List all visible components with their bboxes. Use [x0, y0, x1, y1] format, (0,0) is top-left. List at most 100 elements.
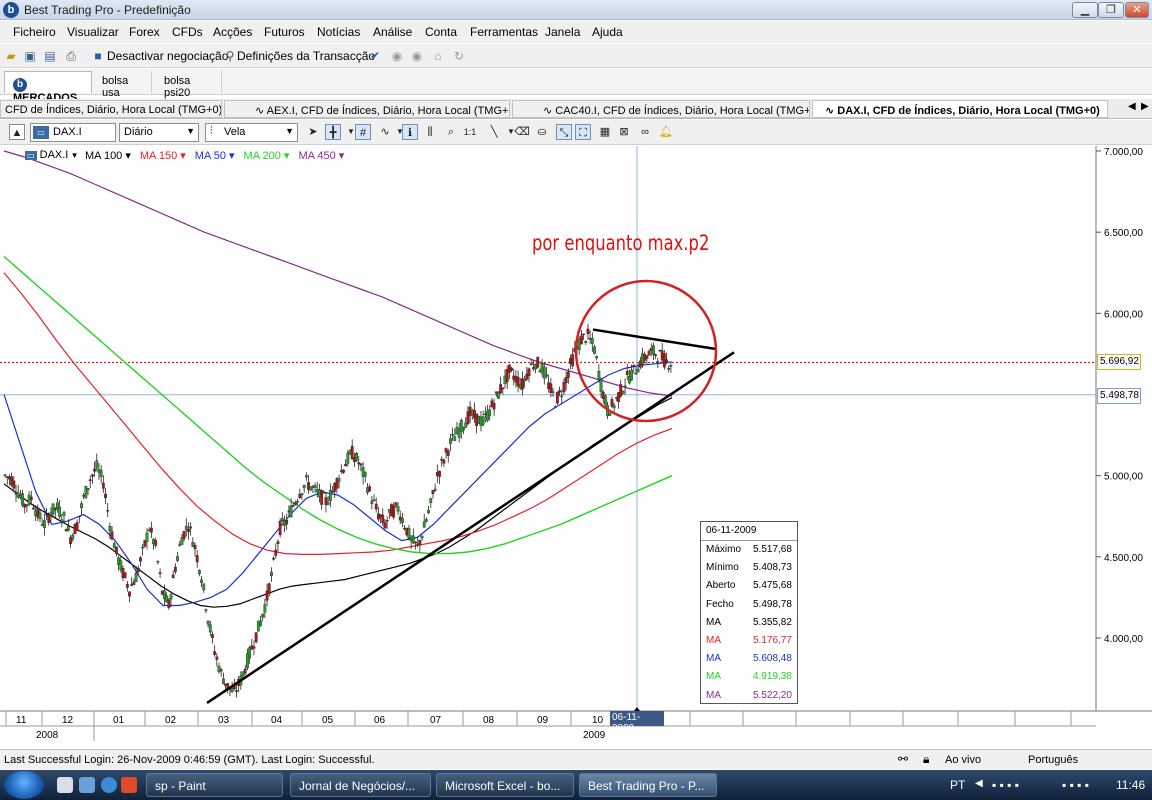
interval-select[interactable]: Diário ▼	[119, 123, 199, 142]
chart-tab-dax[interactable]: ∿ DAX.I, CFD de Índices, Diário, Hora Lo…	[812, 100, 1108, 118]
menu-forex[interactable]: Forex	[129, 25, 160, 39]
save-all-icon[interactable]: ▤	[42, 48, 58, 64]
clock[interactable]: 11:46	[1116, 778, 1145, 792]
info-icon[interactable]: ℹ	[402, 124, 418, 140]
refresh-icon[interactable]: ↻	[451, 48, 467, 64]
crosshair-icon[interactable]: ╋	[325, 124, 341, 140]
menu-ferramentas[interactable]: Ferramentas	[470, 25, 538, 39]
chart-tab-cac40[interactable]: ∿ CAC40.I, CFD de Índices, Diário, Hora …	[512, 100, 810, 118]
legend-item-ma-450[interactable]: MA 450 ▾	[298, 150, 344, 162]
forward-icon[interactable]: ◉	[409, 48, 425, 64]
crosshair-lock-icon[interactable]: ⛶	[575, 124, 591, 140]
task-excel[interactable]: Microsoft Excel - bo...	[436, 773, 574, 797]
menu-janela[interactable]: Janela	[545, 25, 580, 39]
task-browser[interactable]: Jornal de Negócios/...	[290, 773, 431, 797]
delete-chart-icon[interactable]: ⊠	[616, 124, 632, 140]
tab-scroll-right-icon[interactable]: ▶	[1141, 101, 1149, 112]
menu-visualizar[interactable]: Visualizar	[67, 25, 119, 39]
highlight-circle	[574, 279, 718, 423]
deactivate-trading-button[interactable]: Desactivar negociação	[107, 49, 228, 63]
chart-tab-label: AEX.I, CFD de Índices, Diário, Hora Loca…	[266, 105, 510, 117]
candle-body	[62, 512, 66, 516]
legend-item-ma-100[interactable]: MA 100 ▾	[85, 150, 131, 162]
layout-icon[interactable]: ▦	[597, 124, 613, 140]
tray-icons[interactable]: ▪ ▪ ▪ ▪	[992, 778, 1019, 792]
media-icon[interactable]	[121, 777, 137, 793]
tab-mercados[interactable]: bMERCADOS	[4, 71, 92, 104]
data-window-row: Aberto 5.475,68	[701, 577, 797, 595]
deactivate-trading-icon[interactable]: ■	[90, 48, 106, 64]
collapse-up-icon[interactable]: ▲	[9, 124, 25, 140]
save-icon[interactable]: ▣	[22, 48, 38, 64]
expand-icon[interactable]: ⤡	[556, 124, 572, 140]
candle-body	[427, 509, 430, 514]
bars-icon[interactable]: ⫼	[422, 124, 438, 140]
task-paint[interactable]: sp - Paint	[146, 773, 283, 797]
menu-futuros[interactable]: Futuros	[264, 25, 305, 39]
zoom-icon[interactable]: ⌕	[443, 124, 459, 140]
chart-annotation: por enquanto max.p2	[532, 231, 710, 255]
chart-tab-aex[interactable]: ∿ AEX.I, CFD de Índices, Diário, Hora Lo…	[224, 100, 510, 118]
menu-ajuda[interactable]: Ajuda	[592, 25, 623, 39]
pointer-icon[interactable]: ➤	[305, 124, 321, 140]
task-best-trading[interactable]: Best Trading Pro - P...	[579, 773, 717, 797]
start-button[interactable]	[4, 771, 44, 799]
paint-icon[interactable]: ⛀	[534, 124, 550, 140]
x-tick-label: 11	[16, 715, 27, 726]
tab-bolsa-usa[interactable]: bolsa usa	[94, 71, 152, 99]
maximize-button[interactable]: ❐	[1098, 2, 1124, 18]
grid-icon[interactable]: #	[355, 124, 371, 140]
menu-accoes[interactable]: Acções	[213, 25, 252, 39]
print-icon[interactable]: ⎙	[63, 48, 79, 64]
chart-tab-1[interactable]: CFD de Índices, Diário, Hora Local (TMG+…	[0, 100, 222, 118]
language-indicator[interactable]: PT	[950, 778, 965, 792]
candle-body	[197, 570, 201, 574]
chart-tabs: CFD de Índices, Diário, Hora Local (TMG+…	[0, 99, 1152, 119]
legend-item-ma-50[interactable]: MA 50 ▾	[195, 150, 235, 162]
tray-network-icons[interactable]: ▪ ▪ ▪ ▪	[1062, 778, 1089, 792]
candle-body	[363, 472, 367, 477]
menu-ficheiro[interactable]: Ficheiro	[13, 25, 56, 39]
tray-arrow-icon[interactable]: ◀	[975, 778, 983, 789]
tab-scroll-left-icon[interactable]: ◀	[1128, 101, 1136, 112]
internet-explorer-icon[interactable]	[101, 777, 117, 793]
back-icon[interactable]: ◉	[389, 48, 405, 64]
trendline-icon[interactable]: ╲	[486, 124, 502, 140]
candle-body	[560, 395, 564, 398]
candle-body	[254, 632, 258, 643]
zoom-reset-icon[interactable]: 1:1	[462, 124, 478, 140]
language-status[interactable]: Português	[1028, 754, 1078, 766]
legend-item-ma-150[interactable]: MA 150 ▾	[140, 150, 186, 162]
legend-item-ma-200[interactable]: MA 200 ▾	[244, 150, 290, 162]
link-icon[interactable]: ∞	[637, 124, 653, 140]
show-desktop-icon[interactable]	[57, 777, 73, 793]
price-chart[interactable]: 7.000,00 6.500,00 6.000,00 5.000,00 4.500,00…	[0, 146, 1152, 746]
symbol-input[interactable]: ▭ DAX.I	[30, 123, 116, 142]
candle-body	[396, 506, 400, 512]
data-row-value: 5.408,73	[753, 562, 792, 574]
explorer-icon[interactable]	[79, 777, 95, 793]
open-folder-icon[interactable]: ▰	[3, 48, 19, 64]
indicator-icon[interactable]: ∿	[377, 124, 393, 140]
connection-icon[interactable]: ⚯	[898, 752, 908, 766]
transaction-settings-icon[interactable]: ⚲	[222, 48, 238, 64]
checkmark-icon[interactable]: ✔	[367, 48, 383, 64]
home-icon[interactable]: ⌂	[430, 48, 446, 64]
menu-conta[interactable]: Conta	[425, 25, 457, 39]
menu-analise[interactable]: Análise	[373, 25, 412, 39]
tab-bolsa-psi20[interactable]: bolsa psi20	[156, 71, 222, 99]
alert-bell-icon[interactable]: 🔔︎	[658, 124, 674, 140]
menu-cfds[interactable]: CFDs	[172, 25, 203, 39]
close-button[interactable]: ✕	[1125, 2, 1149, 18]
legend-symbol[interactable]: DAX.I	[40, 149, 69, 161]
candle-body	[75, 522, 79, 531]
menu-noticias[interactable]: Notícias	[317, 25, 360, 39]
candle-body	[488, 409, 492, 417]
minimize-button[interactable]: ▁	[1072, 2, 1098, 18]
cursor-date-marker: 06-11-2009	[610, 711, 664, 734]
candle-body	[451, 434, 455, 436]
transaction-settings-button[interactable]: Definições da Transacção	[237, 49, 375, 63]
candle-body	[654, 354, 658, 356]
chart-type-select[interactable]: ⫶ Vela ▼	[205, 123, 298, 142]
eraser-icon[interactable]: ⌫	[514, 124, 530, 140]
